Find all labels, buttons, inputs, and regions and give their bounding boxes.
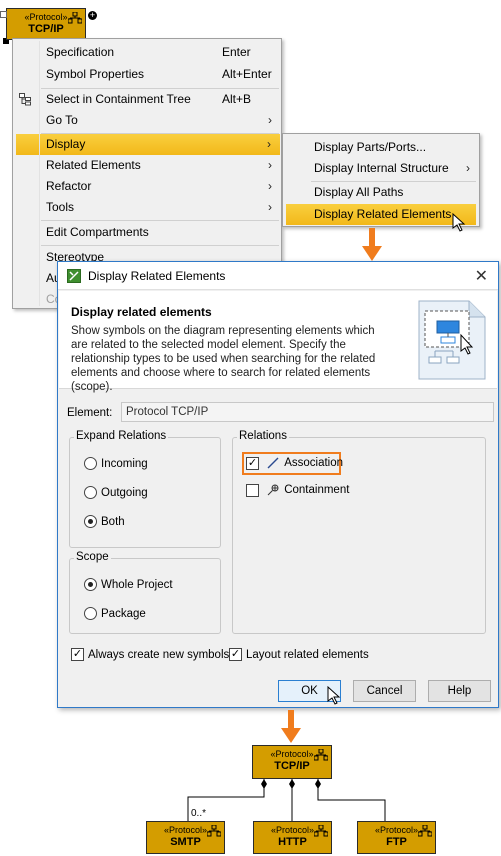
element-name: FTP bbox=[386, 836, 407, 848]
ftp-element[interactable]: «Protocol» FTP bbox=[357, 821, 436, 854]
tcpip-element-result[interactable]: «Protocol» TCP/IP bbox=[252, 745, 332, 779]
protocol-icon bbox=[207, 825, 221, 837]
element-name: HTTP bbox=[278, 836, 307, 848]
element-name: TCP/IP bbox=[274, 760, 310, 772]
protocol-icon bbox=[314, 825, 328, 837]
protocol-icon bbox=[314, 749, 328, 761]
protocol-icon bbox=[418, 825, 432, 837]
http-element[interactable]: «Protocol» HTTP bbox=[253, 821, 332, 854]
smtp-element[interactable]: «Protocol» SMTP bbox=[146, 821, 225, 854]
multiplicity-label: 0..* bbox=[191, 808, 207, 819]
association-lines bbox=[187, 779, 386, 821]
element-name: SMTP bbox=[170, 836, 201, 848]
